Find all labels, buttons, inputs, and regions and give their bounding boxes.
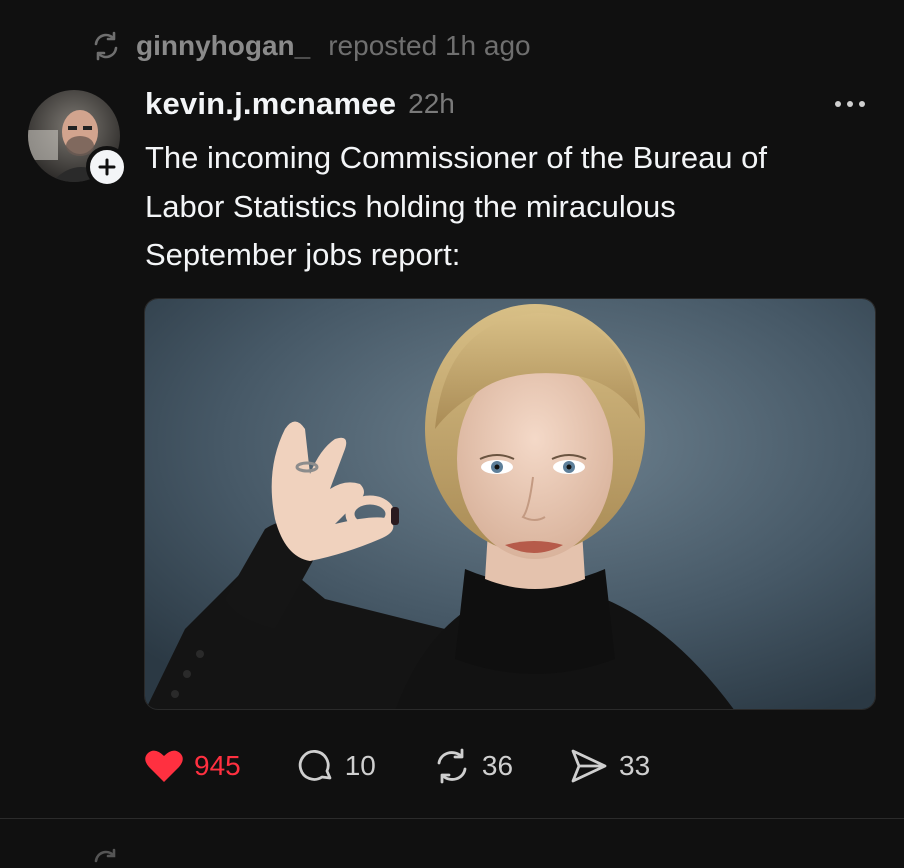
send-icon <box>571 749 607 783</box>
follow-button[interactable] <box>86 146 128 188</box>
repost-icon <box>94 848 116 863</box>
repost-label: reposted 1h ago <box>328 30 531 61</box>
repost-header: ginnyhogan_ reposted 1h ago <box>90 26 531 66</box>
ellipsis-icon <box>835 101 865 107</box>
repost-icon <box>90 30 122 62</box>
plus-icon <box>98 158 116 176</box>
reply-button[interactable]: 10 <box>297 747 376 785</box>
post-text-line: The incoming Commissioner of the Bureau … <box>145 140 768 175</box>
repost-button[interactable]: 36 <box>432 747 513 785</box>
post-body: The incoming Commissioner of the Bureau … <box>145 134 885 280</box>
share-count: 33 <box>619 750 651 781</box>
repost-count: 36 <box>481 750 514 781</box>
divider <box>0 818 904 819</box>
like-count: 945 <box>194 750 241 781</box>
reply-count: 10 <box>344 750 376 781</box>
action-bar: 945 10 36 33 <box>144 740 706 792</box>
comment-icon <box>298 750 332 781</box>
post-author[interactable]: kevin.j.mcnamee <box>145 86 396 122</box>
post-header: kevin.j.mcnamee 22h <box>145 82 455 126</box>
share-button[interactable]: 33 <box>569 747 650 785</box>
like-button[interactable]: 945 <box>144 748 241 784</box>
heart-icon <box>145 750 183 782</box>
next-post-peek <box>90 848 122 868</box>
more-options-button[interactable] <box>830 88 870 120</box>
post-timestamp: 22h <box>408 88 455 119</box>
post-text-line: September jobs report: <box>145 237 461 272</box>
thread-feed: ginnyhogan_ reposted 1h ago kevin.j.mcna… <box>0 0 904 868</box>
repost-icon <box>437 748 467 784</box>
post-text-line: Labor Statistics holding the miraculous <box>145 188 676 224</box>
post-image[interactable] <box>144 298 876 710</box>
repost-username[interactable]: ginnyhogan_ <box>136 30 310 62</box>
